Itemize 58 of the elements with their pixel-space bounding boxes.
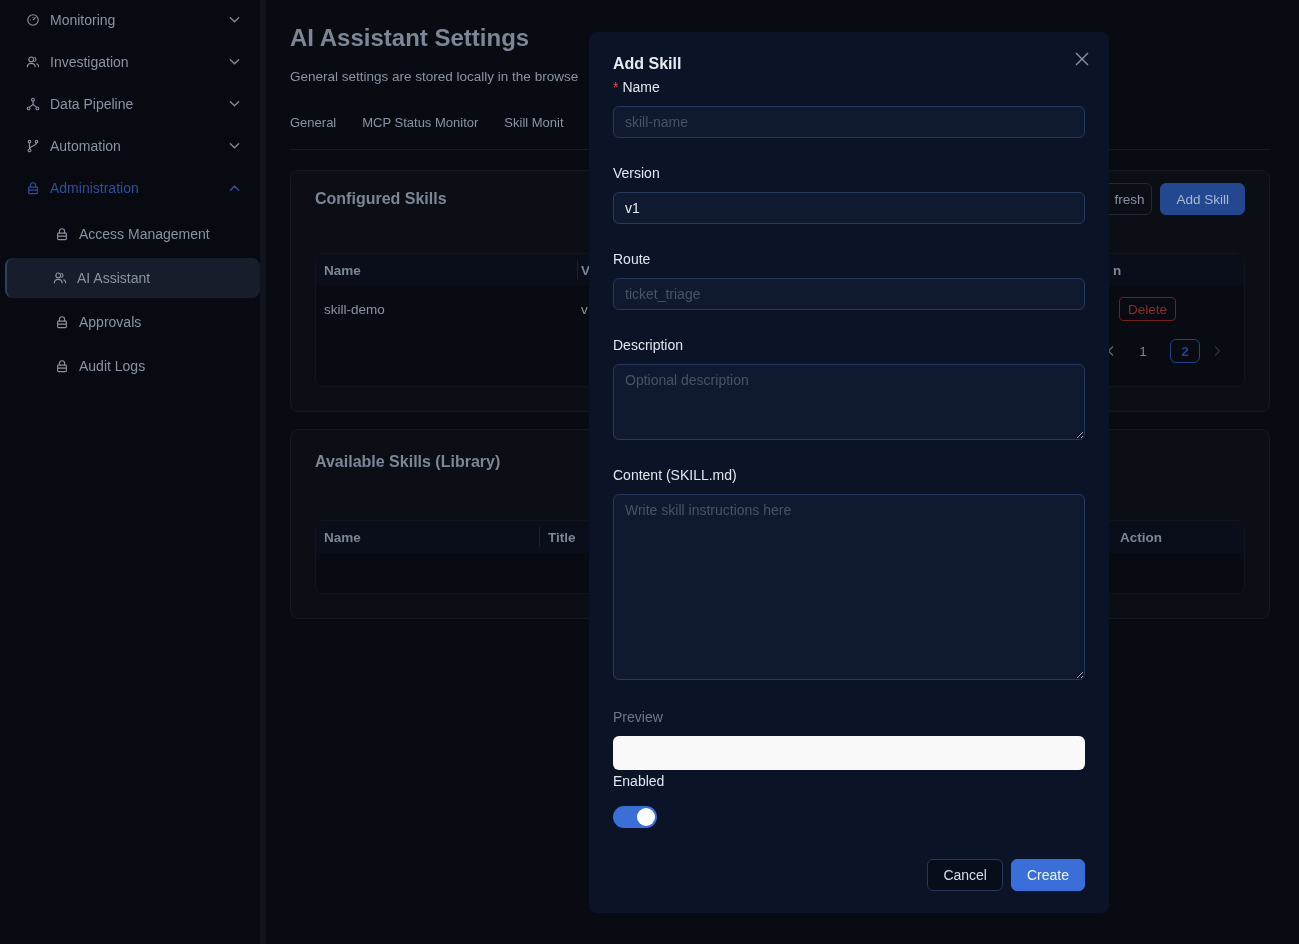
column-header: n — [1112, 262, 1123, 278]
branch-icon — [26, 139, 40, 153]
field-label: Name — [622, 79, 660, 95]
nav-subitem[interactable]: Approvals — [5, 302, 260, 342]
nodes-icon — [26, 97, 40, 111]
field-label: Content (SKILL.md) — [613, 467, 737, 483]
text-field[interactable]: skill-name — [613, 106, 1085, 138]
users-icon — [53, 271, 67, 285]
close-icon[interactable] — [1075, 52, 1089, 66]
lock-icon — [26, 181, 40, 195]
card-title: Configured Skills — [315, 190, 447, 208]
table-cell-text: v — [580, 301, 589, 317]
page-button[interactable]: 1 — [1128, 339, 1158, 363]
chevron-down-icon[interactable] — [229, 16, 240, 24]
gauge-icon — [26, 13, 40, 27]
toggle-switch[interactable] — [613, 806, 657, 828]
nav-subitem[interactable]: Access Management — [5, 214, 260, 254]
lock-icon — [55, 359, 69, 373]
page-subtitle: General settings are stored locally in the browse — [290, 69, 579, 84]
text-field[interactable]: ticket_triage — [613, 278, 1085, 310]
field-label: Version — [613, 165, 660, 181]
table-cell-text: skill-demo — [323, 301, 386, 317]
text-field[interactable]: v1 — [613, 192, 1085, 224]
tab[interactable]: General — [290, 114, 337, 136]
chevron-left-icon[interactable] — [1106, 345, 1116, 357]
dialog-title: Add Skill — [613, 54, 682, 74]
nav-item[interactable]: Automation — [0, 124, 260, 168]
cancel-button[interactable]: Cancel — [927, 859, 1003, 891]
field-label: Enabled — [613, 772, 666, 791]
field-label: Route — [613, 251, 651, 267]
nav-item[interactable]: Data Pipeline — [0, 82, 260, 126]
chevron-down-icon[interactable] — [229, 58, 240, 66]
nav-item[interactable]: Monitoring — [0, 0, 260, 42]
tab[interactable]: MCP Status Monitor — [362, 114, 479, 136]
field-label: Preview — [613, 708, 664, 727]
column-header: Action — [1119, 529, 1163, 545]
chevron-down-icon[interactable] — [229, 142, 240, 150]
card-title: Available Skills (Library) — [315, 453, 501, 471]
required-asterisk: * — [613, 79, 619, 95]
page-title: AI Assistant Settings — [290, 23, 531, 53]
chevron-up-icon[interactable] — [229, 184, 240, 192]
nav-subitem[interactable]: Audit Logs — [5, 346, 260, 386]
lock-icon — [55, 227, 69, 241]
add-button[interactable]: Add Skill — [1160, 183, 1245, 215]
lock-icon — [55, 315, 69, 329]
column-header: Name — [323, 529, 362, 545]
text-area[interactable]: Optional description — [613, 364, 1085, 440]
nav-subitem[interactable]: AI Assistant — [5, 258, 260, 298]
column-header: V — [580, 262, 591, 278]
users-icon — [26, 55, 40, 69]
nav-item[interactable]: Investigation — [0, 40, 260, 84]
column-header: Name — [323, 262, 362, 278]
field-label: Description — [613, 337, 684, 353]
tab[interactable]: Skill Monit — [504, 114, 564, 136]
create-button[interactable]: Create — [1010, 859, 1085, 891]
column-header: Title — [547, 529, 577, 545]
text-area[interactable]: Write skill instructions here — [613, 494, 1085, 680]
chevron-down-icon[interactable] — [229, 100, 240, 108]
